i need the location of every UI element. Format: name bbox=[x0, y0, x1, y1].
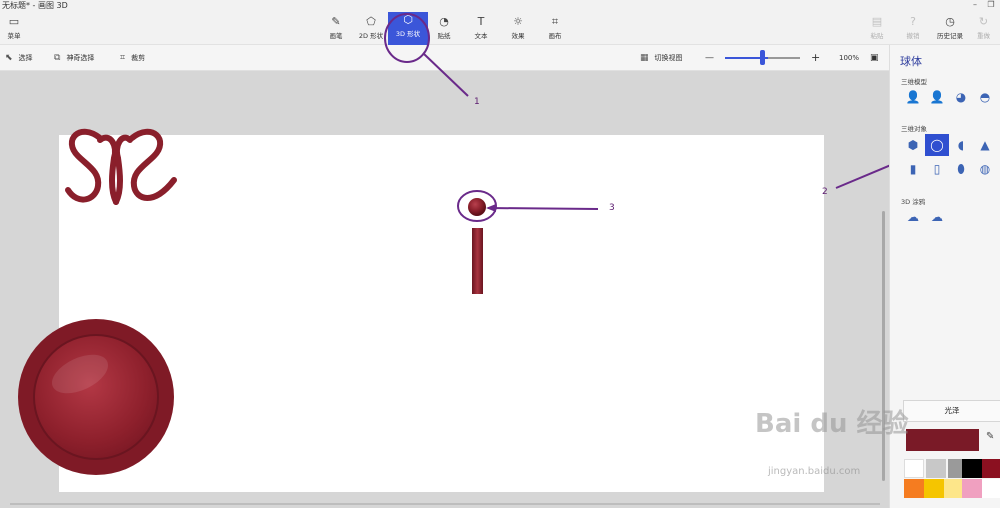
annotation-label-1: 1 bbox=[474, 97, 480, 107]
color-swatch[interactable] bbox=[982, 459, 1000, 478]
gloss-button[interactable]: 光泽 bbox=[903, 400, 1000, 422]
hooks-ornament[interactable] bbox=[65, 128, 177, 205]
cylinder-icon[interactable]: ▮ bbox=[904, 160, 922, 178]
sharp-doodle-icon[interactable]: ☁ bbox=[904, 208, 922, 226]
cylinder-bar[interactable] bbox=[472, 228, 483, 294]
cat-model-icon[interactable]: ◓ bbox=[976, 88, 994, 106]
section-3d-objects: 三维对象 bbox=[901, 125, 927, 133]
woman-model-icon[interactable]: 👤 bbox=[928, 88, 946, 106]
small-sphere[interactable] bbox=[468, 198, 486, 216]
annotation-arrow-1 bbox=[423, 53, 469, 97]
donut-icon[interactable]: ◍ bbox=[976, 160, 994, 178]
capsule-icon[interactable]: ⬮ bbox=[952, 160, 970, 178]
color-swatch[interactable] bbox=[904, 459, 924, 478]
panel-title: 球体 bbox=[900, 55, 922, 68]
annotation-circle-1 bbox=[384, 13, 430, 63]
color-swatch[interactable] bbox=[924, 479, 944, 498]
soft-doodle-icon[interactable]: ☁ bbox=[928, 208, 946, 226]
arrowhead-3 bbox=[486, 204, 496, 212]
eyedropper-icon[interactable]: ✎ bbox=[986, 431, 994, 442]
cube-icon[interactable]: ⬢ bbox=[904, 136, 922, 154]
color-swatch[interactable] bbox=[944, 479, 964, 498]
baidu-watermark-url: jingyan.baidu.com bbox=[768, 466, 861, 477]
red-disc-button[interactable] bbox=[18, 319, 174, 475]
color-swatch[interactable] bbox=[904, 479, 924, 498]
cone-icon[interactable]: ▲ bbox=[976, 136, 994, 154]
color-swatch[interactable] bbox=[962, 479, 982, 498]
hemisphere-icon[interactable]: ◖ bbox=[952, 136, 970, 154]
dog-model-icon[interactable]: ◕ bbox=[952, 88, 970, 106]
annotation-label-2: 2 bbox=[822, 187, 828, 197]
baidu-watermark: Bai du 经验 bbox=[755, 409, 909, 439]
tube-icon[interactable]: ▯ bbox=[928, 160, 946, 178]
selected-color-swatch[interactable] bbox=[906, 429, 979, 451]
color-swatch[interactable] bbox=[982, 479, 1000, 498]
man-model-icon[interactable]: 👤 bbox=[904, 88, 922, 106]
annotation-label-3: 3 bbox=[609, 203, 615, 213]
sphere-icon[interactable]: ◯ bbox=[925, 134, 949, 156]
color-swatch[interactable] bbox=[926, 459, 946, 478]
section-3d-doodle: 3D 涂鸦 bbox=[901, 198, 926, 206]
section-3d-models: 三维模型 bbox=[901, 78, 927, 86]
annotation-arrow-3 bbox=[487, 207, 599, 210]
color-swatch[interactable] bbox=[962, 459, 982, 478]
